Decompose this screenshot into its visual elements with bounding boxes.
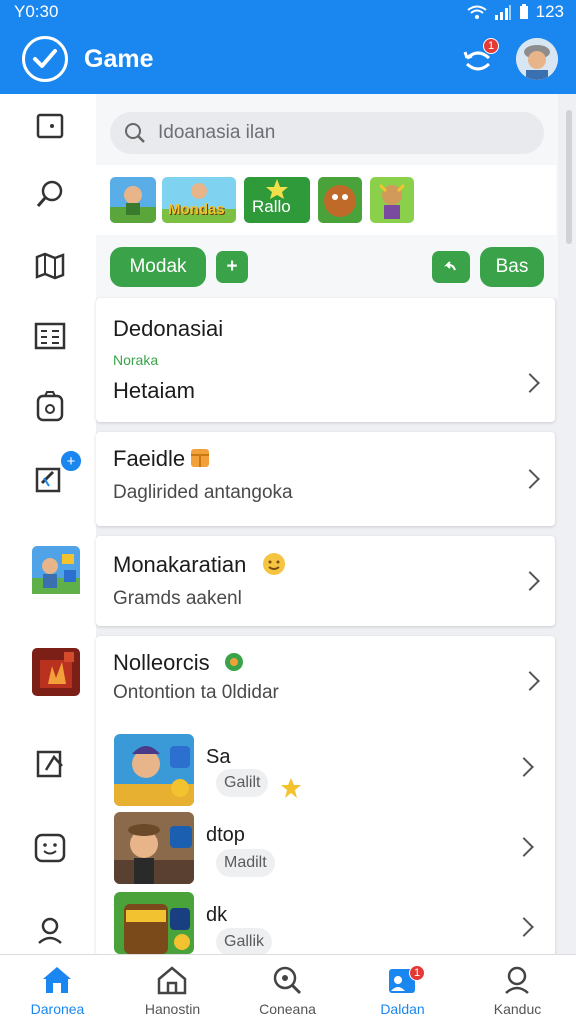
nav-library[interactable]: Hanostin	[115, 955, 230, 1024]
chevron-right-icon	[520, 373, 540, 393]
card-title: Nolleorcis	[113, 650, 210, 675]
chevron-right-icon	[520, 571, 540, 591]
user-icon[interactable]	[30, 910, 70, 950]
nav-library-label: Hanostin	[144, 1001, 201, 1017]
house-outline-icon	[153, 963, 191, 997]
map-icon[interactable]	[30, 246, 70, 286]
game-item-2-title: dtop	[206, 824, 245, 846]
star-icon	[281, 778, 301, 798]
left-rail: +	[0, 94, 96, 954]
modak-chip[interactable]: Modak	[110, 247, 206, 287]
add-badge-icon: +	[60, 450, 82, 472]
game-item-1-title: Sa	[206, 746, 231, 768]
game-thumb-3[interactable]: Rallo	[244, 177, 310, 223]
game-item-3-pill: Gallik	[216, 928, 273, 956]
grin-emoji-icon	[263, 553, 285, 575]
check-circle-icon[interactable]	[22, 36, 68, 82]
game-thumb-4[interactable]	[318, 177, 362, 223]
game-thumb-1[interactable]	[110, 177, 156, 223]
add-chip[interactable]: +	[216, 251, 248, 283]
back-gesture-icon	[444, 261, 456, 271]
search-icon	[125, 123, 145, 143]
nav-home[interactable]: Daronea	[0, 955, 115, 1024]
game-item-3-thumbnail[interactable]	[114, 892, 194, 954]
app-bar: Game 1	[0, 24, 576, 94]
bottom-nav: Daronea Hanostin Coneana 1 Daldan Kanduc	[0, 954, 576, 1024]
notification-badge: 1	[483, 38, 499, 54]
game-item-3-title: dk	[206, 904, 228, 926]
user-icon	[498, 963, 536, 997]
list-card-1[interactable]: Dedonasiai Noraka Hetaiam	[96, 298, 555, 422]
fire-game-icon[interactable]	[32, 648, 80, 696]
nav-profile-label: Kanduc	[493, 1001, 542, 1017]
card-subtitle: Ontontion ta 0ldidar	[113, 682, 279, 703]
nav-home-label: Daronea	[30, 1001, 85, 1017]
search-placeholder: Idoanasia ilan	[158, 122, 276, 143]
grid-list-icon[interactable]	[30, 316, 70, 356]
notifications-button[interactable]: 1	[461, 38, 501, 78]
list-card-3[interactable]: Monakaratian Gramds aakenl	[96, 536, 555, 626]
game-thumb-3-label: Rallo	[252, 197, 291, 216]
card-title: Dedonasiai	[113, 316, 224, 341]
back-chip[interactable]	[432, 251, 470, 283]
chevron-right-icon	[520, 469, 540, 489]
battery-level: 123	[535, 2, 564, 21]
game-item-2-pill: Madilt	[216, 849, 275, 877]
edit-task-icon[interactable]: +	[30, 450, 82, 498]
nav-messages-label: Daldan	[380, 1001, 425, 1017]
nav-messages[interactable]: 1 Daldan	[345, 955, 460, 1024]
battery-icon	[519, 4, 528, 19]
nav-search[interactable]: Coneana	[230, 955, 345, 1024]
game-item-1-pill: Galilt	[216, 769, 269, 797]
game-thumb-2-label: Mondas	[168, 201, 225, 218]
game-item-1-thumbnail[interactable]	[114, 734, 194, 806]
nav-messages-badge: 1	[409, 965, 425, 981]
signal-icon	[494, 5, 511, 20]
home-icon	[38, 963, 76, 997]
game-thumbnail-icon[interactable]	[32, 546, 80, 594]
list-card-2[interactable]: Faeidle Daglirided antangoka	[96, 432, 555, 526]
app-title: Game	[84, 44, 154, 73]
card-subtitle: Hetaiam	[113, 378, 195, 403]
status-icons: 123	[467, 2, 564, 22]
game-thumb-5[interactable]	[370, 177, 414, 223]
game-item-2-thumbnail[interactable]	[114, 812, 194, 884]
wifi-icon	[467, 5, 487, 19]
box-icon	[191, 449, 209, 467]
card-tag: Noraka	[113, 352, 159, 368]
card-subtitle: Gramds aakenl	[113, 588, 242, 609]
status-time: Y0:30	[14, 2, 59, 21]
image-edit-icon[interactable]	[30, 744, 70, 784]
nav-search-label: Coneana	[259, 1001, 316, 1017]
bas-chip[interactable]: Bas	[480, 247, 544, 287]
chevron-right-icon[interactable]	[520, 671, 540, 691]
game-thumb-2[interactable]: Mondas	[162, 177, 236, 223]
status-bar: Y0:30 123	[0, 0, 576, 24]
nav-profile[interactable]: Kanduc	[460, 955, 575, 1024]
scrollbar[interactable]	[566, 110, 572, 244]
chat-smile-icon[interactable]	[30, 828, 70, 868]
badge-icon	[225, 653, 243, 671]
search-icon	[268, 963, 306, 997]
bag-icon[interactable]	[30, 386, 70, 426]
game-thumbnails-row: Mondas Rallo	[96, 165, 556, 235]
search-input[interactable]: Idoanasia ilan	[110, 112, 544, 154]
square-dot-icon[interactable]	[30, 106, 70, 146]
card-title: Faeidle	[113, 446, 186, 471]
avatar[interactable]	[516, 38, 558, 80]
card-subtitle: Daglirided antangoka	[113, 482, 293, 503]
search-icon[interactable]	[30, 174, 70, 214]
card-title: Monakaratian	[113, 552, 247, 577]
